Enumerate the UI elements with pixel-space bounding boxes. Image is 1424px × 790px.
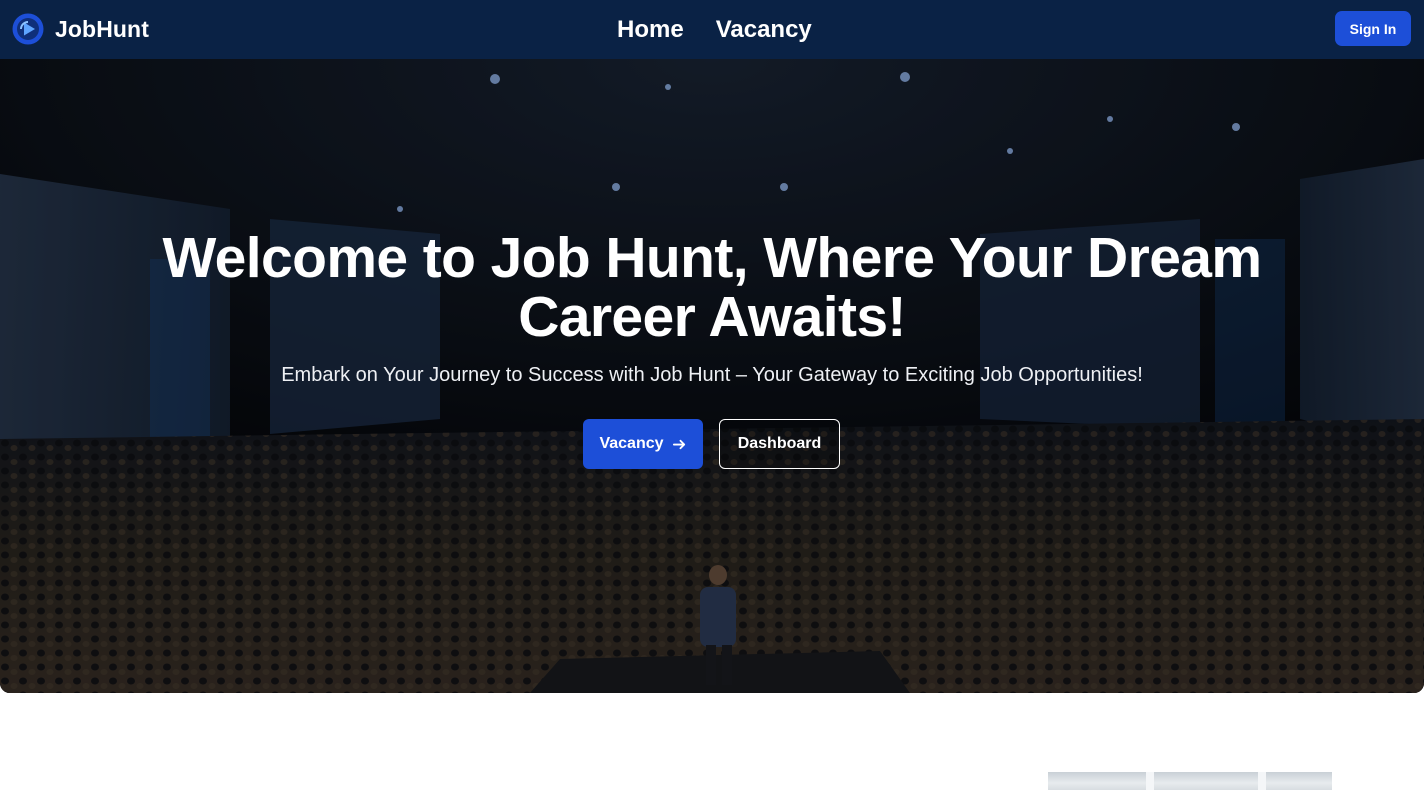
nav-link-vacancy[interactable]: Vacancy [716, 15, 812, 45]
vacancy-button-label: Vacancy [599, 435, 664, 452]
hero-title: Welcome to Job Hunt, Where Your Dream Ca… [0, 229, 1424, 347]
hero-section: Welcome to Job Hunt, Where Your Dream Ca… [0, 59, 1424, 693]
play-circle-logo-icon [12, 13, 44, 45]
section-preview-image [1048, 772, 1332, 790]
hero-title-line-2: Career Awaits! [518, 285, 906, 349]
brand-name: JobHunt [55, 15, 149, 42]
main-nav: Home Vacancy [617, 15, 812, 45]
hero-actions: Vacancy Dashboard [583, 419, 840, 469]
top-navbar: JobHunt Home Vacancy Sign In [0, 0, 1424, 59]
hero-title-line-1: Welcome to Job Hunt, Where Your Dream [162, 226, 1263, 290]
dashboard-button[interactable]: Dashboard [719, 419, 840, 469]
hero-subtitle: Embark on Your Journey to Success with J… [281, 364, 1143, 386]
brand-home-link[interactable]: JobHunt [12, 13, 149, 45]
arrow-right-icon [672, 439, 685, 449]
sign-in-button[interactable]: Sign In [1335, 11, 1411, 46]
nav-link-home[interactable]: Home [617, 15, 684, 45]
vacancy-button[interactable]: Vacancy [583, 419, 703, 469]
